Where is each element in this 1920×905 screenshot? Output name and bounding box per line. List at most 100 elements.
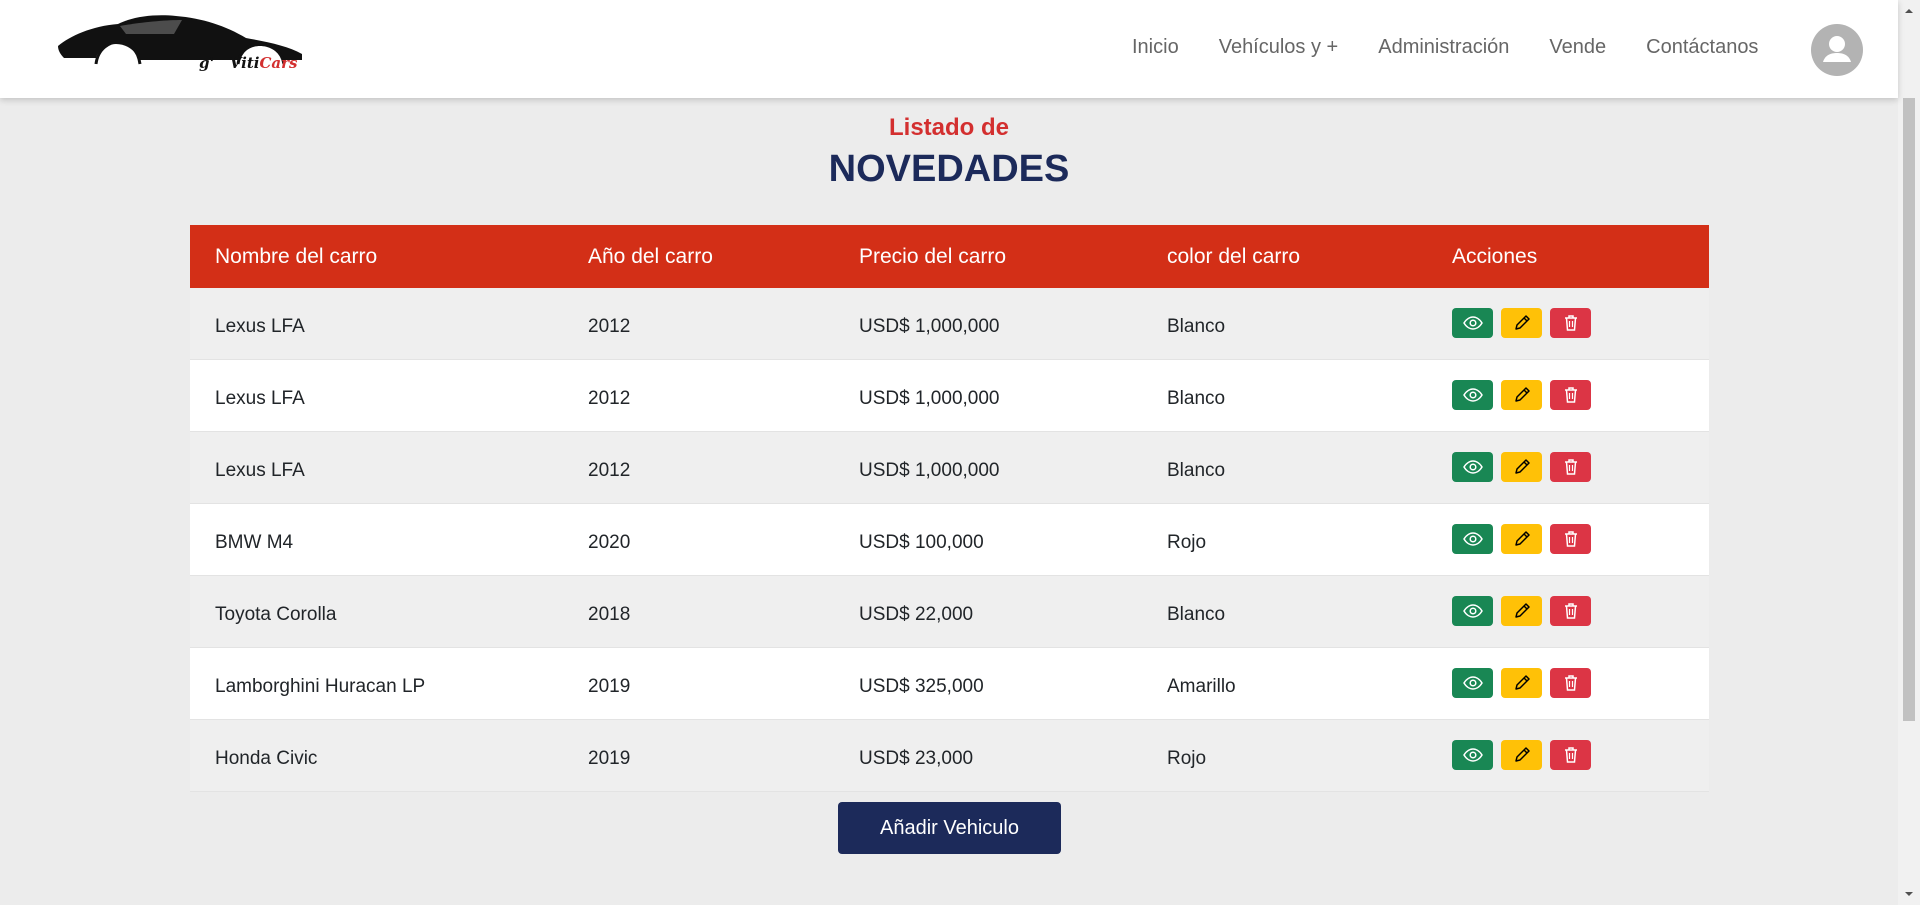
view-button[interactable]: [1452, 668, 1493, 698]
car-year-cell: 2012: [588, 460, 631, 481]
delete-button[interactable]: [1550, 596, 1591, 626]
user-icon: [1823, 36, 1851, 62]
view-button[interactable]: [1452, 380, 1493, 410]
table-row: Toyota Corolla 2018 USD$ 22,000 Blanco: [190, 576, 1709, 648]
nav-item-vehiculos[interactable]: Vehículos y +: [1219, 36, 1339, 59]
actions-cell: [1452, 504, 1709, 575]
car-color-cell: Amarillo: [1167, 676, 1236, 697]
car-name-cell: Lexus LFA: [215, 388, 305, 409]
eye-icon: [1462, 532, 1483, 546]
table-header: Nombre del carro Año del carro Precio de…: [190, 225, 1709, 288]
logo-text: g' VitiCars: [199, 54, 298, 72]
car-name-cell: Toyota Corolla: [215, 604, 337, 625]
nav-item-administracion[interactable]: Administración: [1378, 36, 1509, 59]
car-price-cell: USD$ 23,000: [859, 748, 974, 769]
car-price-cell: USD$ 1,000,000: [859, 388, 1000, 409]
car-year-cell: 2012: [588, 388, 631, 409]
trash-icon: [1563, 314, 1579, 332]
pencil-icon: [1513, 746, 1531, 764]
edit-button[interactable]: [1501, 524, 1542, 554]
delete-button[interactable]: [1550, 452, 1591, 482]
trash-icon: [1563, 458, 1579, 476]
pencil-icon: [1513, 458, 1531, 476]
delete-button[interactable]: [1550, 668, 1591, 698]
view-button[interactable]: [1452, 596, 1493, 626]
eye-icon: [1462, 388, 1483, 402]
trash-icon: [1563, 746, 1579, 764]
car-year-cell: 2019: [588, 748, 631, 769]
eye-icon: [1462, 460, 1483, 474]
car-name-cell: Lamborghini Huracan LP: [215, 676, 426, 697]
logo[interactable]: g' VitiCars: [56, 12, 306, 80]
table-row: Lexus LFA 2012 USD$ 1,000,000 Blanco: [190, 432, 1709, 504]
edit-button[interactable]: [1501, 668, 1542, 698]
main-nav: Inicio Vehículos y + Administración Vend…: [1132, 36, 1798, 59]
trash-icon: [1563, 674, 1579, 692]
car-price-cell: USD$ 100,000: [859, 532, 984, 553]
trash-icon: [1563, 530, 1579, 548]
car-color-cell: Rojo: [1167, 532, 1207, 553]
delete-button[interactable]: [1550, 740, 1591, 770]
delete-button[interactable]: [1550, 380, 1591, 410]
scrollbar[interactable]: [1898, 0, 1920, 905]
car-name-cell: Lexus LFA: [215, 460, 305, 481]
delete-button[interactable]: [1550, 308, 1591, 338]
car-year-cell: 2012: [588, 316, 631, 337]
page-subtitle: Listado de: [888, 114, 1009, 141]
view-button[interactable]: [1452, 308, 1493, 338]
car-name-cell: Lexus LFA: [215, 316, 305, 337]
car-price-cell: USD$ 1,000,000: [859, 460, 1000, 481]
pencil-icon: [1513, 386, 1531, 404]
actions-cell: [1452, 288, 1709, 359]
actions-cell: [1452, 360, 1709, 431]
nav-item-inicio[interactable]: Inicio: [1132, 36, 1179, 59]
nav-item-contactanos[interactable]: Contáctanos: [1646, 36, 1758, 59]
navbar: g' VitiCars Inicio Vehículos y + Adminis…: [0, 0, 1898, 98]
actions-cell: [1452, 576, 1709, 647]
car-color-cell: Blanco: [1167, 388, 1226, 409]
car-color-cell: Blanco: [1167, 316, 1226, 337]
actions-cell: [1452, 648, 1709, 719]
scroll-thumb[interactable]: [1903, 98, 1915, 721]
table-row: Honda Civic 2019 USD$ 23,000 Rojo: [190, 720, 1709, 792]
delete-button[interactable]: [1550, 524, 1591, 554]
add-vehicle-button[interactable]: Añadir Vehiculo: [838, 802, 1061, 854]
car-color-cell: Blanco: [1167, 460, 1226, 481]
column-header-actions: Acciones: [1452, 244, 1538, 268]
actions-cell: [1452, 432, 1709, 503]
trash-icon: [1563, 386, 1579, 404]
eye-icon: [1462, 748, 1483, 762]
eye-icon: [1462, 676, 1483, 690]
pencil-icon: [1513, 530, 1531, 548]
eye-icon: [1462, 316, 1483, 330]
column-header-name: Nombre del carro: [215, 244, 378, 268]
view-button[interactable]: [1452, 452, 1493, 482]
scroll-down-icon[interactable]: [1904, 889, 1914, 899]
car-price-cell: USD$ 1,000,000: [859, 316, 1000, 337]
edit-button[interactable]: [1501, 308, 1542, 338]
edit-button[interactable]: [1501, 452, 1542, 482]
car-name-cell: BMW M4: [215, 532, 294, 553]
edit-button[interactable]: [1501, 596, 1542, 626]
user-avatar[interactable]: [1811, 24, 1863, 76]
car-name-cell: Honda Civic: [215, 748, 318, 769]
edit-button[interactable]: [1501, 380, 1542, 410]
edit-button[interactable]: [1501, 740, 1542, 770]
page-title: NOVEDADES: [828, 148, 1070, 190]
scroll-up-icon[interactable]: [1904, 6, 1914, 16]
view-button[interactable]: [1452, 740, 1493, 770]
eye-icon: [1462, 604, 1483, 618]
pencil-icon: [1513, 674, 1531, 692]
trash-icon: [1563, 602, 1579, 620]
car-color-cell: Blanco: [1167, 604, 1226, 625]
car-color-cell: Rojo: [1167, 748, 1207, 769]
column-header-price: Precio del carro: [859, 244, 1007, 268]
car-year-cell: 2019: [588, 676, 631, 697]
column-header-color: color del carro: [1167, 244, 1301, 268]
column-header-year: Año del carro: [588, 244, 713, 268]
table-body: Lexus LFA 2012 USD$ 1,000,000 Blanco Lexus L…: [190, 288, 1709, 792]
car-price-cell: USD$ 325,000: [859, 676, 984, 697]
nav-item-vende[interactable]: Vende: [1549, 36, 1606, 59]
pencil-icon: [1513, 314, 1531, 332]
view-button[interactable]: [1452, 524, 1493, 554]
